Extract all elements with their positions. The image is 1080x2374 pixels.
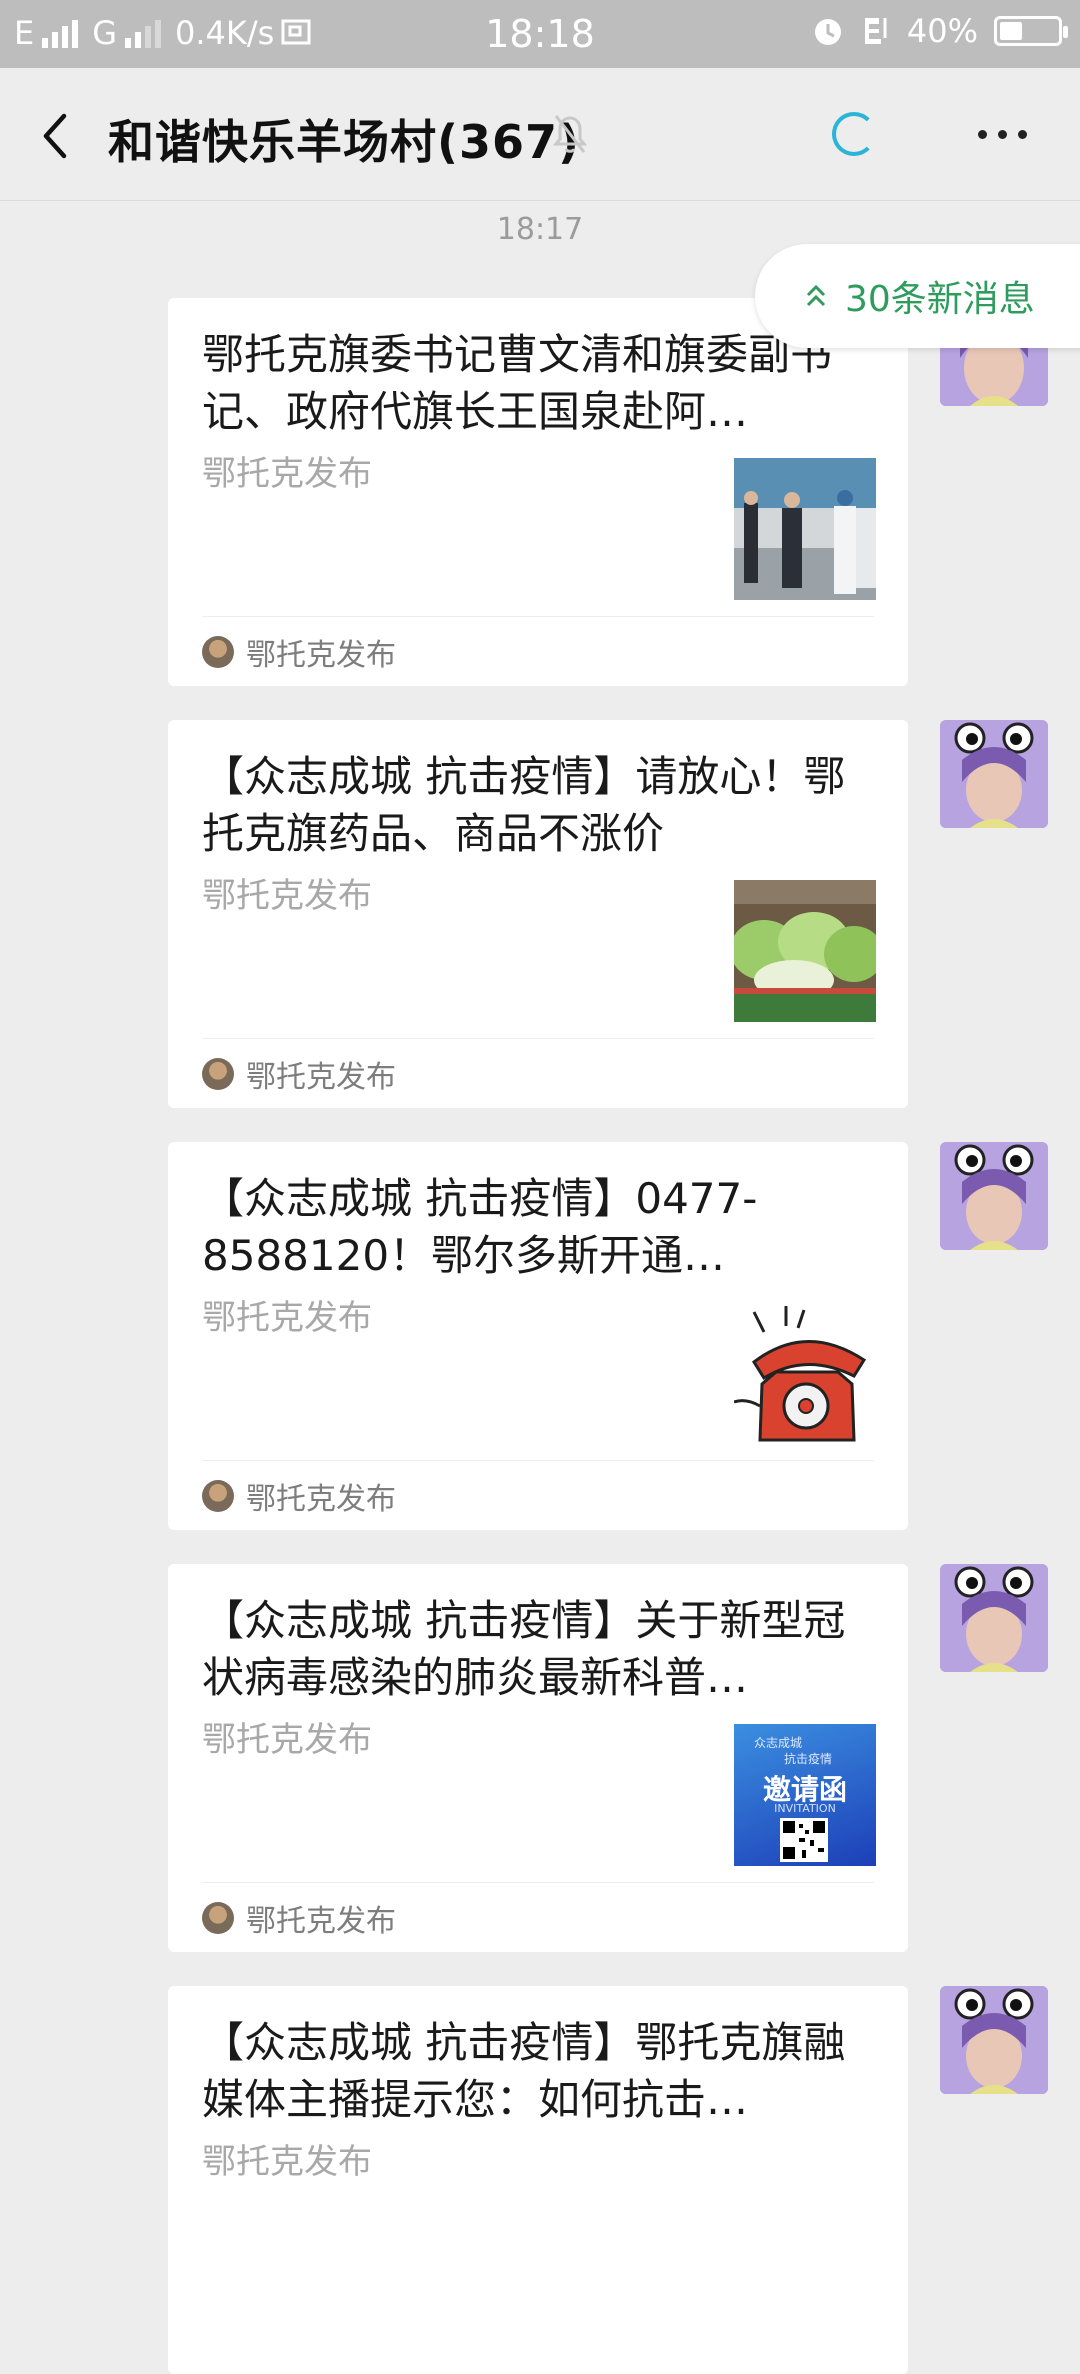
chat-title: 和谐快乐羊场村(367)	[108, 115, 581, 169]
publisher-logo-icon	[202, 1902, 234, 1934]
article-title: 鄂托克旗委书记曹文清和旗委副书记、政府代旗长王国泉赴阿…	[202, 330, 833, 436]
card-footer: 鄂托克发布	[202, 1052, 396, 1096]
article-title: 【众志成城 抗击疫情】0477-8588120！鄂尔多斯开通…	[202, 1174, 758, 1280]
battery-fill	[1000, 22, 1023, 40]
qr-code-icon	[780, 1818, 828, 1862]
publisher-name: 鄂托克发布	[246, 638, 396, 673]
sender-avatar[interactable]	[940, 1142, 1048, 1250]
card-footer: 鄂托克发布	[202, 1474, 396, 1518]
article-card[interactable]: 【众志成城 抗击疫情】关于新型冠状病毒感染的肺炎最新科普… 鄂托克发布 众志成城…	[168, 1564, 908, 1952]
article-source: 鄂托克发布	[202, 1298, 372, 1338]
article-card[interactable]: 【众志成城 抗击疫情】0477-8588120！鄂尔多斯开通… 鄂托克发布 鄂托…	[168, 1142, 908, 1530]
status-right: 40%	[811, 12, 1068, 50]
article-card[interactable]: 鄂托克旗委书记曹文清和旗委副书记、政府代旗长王国泉赴阿… 鄂托克发布 鄂托克发布	[168, 298, 908, 686]
article-source: 鄂托克发布	[202, 1720, 372, 1760]
sender-avatar[interactable]	[940, 1564, 1048, 1672]
article-thumbnail	[734, 880, 876, 1022]
back-arrow-icon[interactable]	[34, 110, 78, 162]
new-messages-button[interactable]: 30条新消息	[755, 244, 1080, 348]
battery-percent: 40%	[906, 12, 978, 50]
new-messages-label: 30条新消息	[845, 279, 1035, 320]
card-footer: 鄂托克发布	[202, 1896, 396, 1940]
message-timestamp: 18:17	[496, 212, 584, 247]
card-footer: 鄂托克发布	[202, 630, 396, 674]
article-card[interactable]: 【众志成城 抗击疫情】请放心！鄂托克旗药品、商品不涨价 鄂托克发布 鄂托克发布	[168, 720, 908, 1108]
data-sim-icon	[864, 18, 887, 44]
article-thumbnail: 众志成城 抗击疫情 邀请函 INVITATION	[734, 1724, 876, 1866]
chat-header: 和谐快乐羊场村(367)	[0, 68, 1080, 201]
article-source: 鄂托克发布	[202, 454, 372, 494]
article-source: 鄂托克发布	[202, 2142, 372, 2182]
status-bar: E G 0.4K/s 18:18 40%	[0, 0, 1080, 68]
thumb-caption-2: 抗击疫情	[784, 1752, 833, 1766]
card-divider	[202, 616, 874, 617]
article-source: 鄂托克发布	[202, 876, 372, 916]
article-title: 【众志成城 抗击疫情】关于新型冠状病毒感染的肺炎最新科普…	[202, 1596, 846, 1702]
sender-avatar[interactable]	[940, 1986, 1048, 2094]
thumb-caption-1: 众志成城	[754, 1736, 803, 1750]
telephone-icon	[734, 1302, 876, 1444]
publisher-name: 鄂托克发布	[246, 1904, 396, 1939]
publisher-logo-icon	[202, 636, 234, 668]
sender-avatar[interactable]	[940, 720, 1048, 828]
card-divider	[202, 1460, 874, 1461]
article-card[interactable]: 【众志成城 抗击疫情】鄂托克旗融媒体主播提示您：如何抗击… 鄂托克发布	[168, 1986, 908, 2374]
article-title: 【众志成城 抗击疫情】请放心！鄂托克旗药品、商品不涨价	[202, 752, 846, 858]
publisher-logo-icon	[202, 1058, 234, 1090]
more-options-button[interactable]	[978, 130, 1027, 139]
article-title: 【众志成城 抗击疫情】鄂托克旗融媒体主播提示您：如何抗击…	[202, 2018, 846, 2124]
battery-icon	[994, 16, 1068, 46]
double-chevron-up-icon	[806, 284, 826, 307]
mute-bell-icon	[552, 115, 588, 153]
publisher-logo-icon	[202, 1480, 234, 1512]
thumb-subheading: INVITATION	[774, 1802, 836, 1815]
article-thumbnail	[734, 458, 876, 600]
publisher-name: 鄂托克发布	[246, 1482, 396, 1517]
publisher-name: 鄂托克发布	[246, 1060, 396, 1095]
card-divider	[202, 1038, 874, 1039]
article-thumbnail	[734, 1302, 876, 1444]
card-divider	[202, 1882, 874, 1883]
loading-spinner-icon	[832, 112, 876, 156]
alarm-icon	[814, 19, 841, 45]
